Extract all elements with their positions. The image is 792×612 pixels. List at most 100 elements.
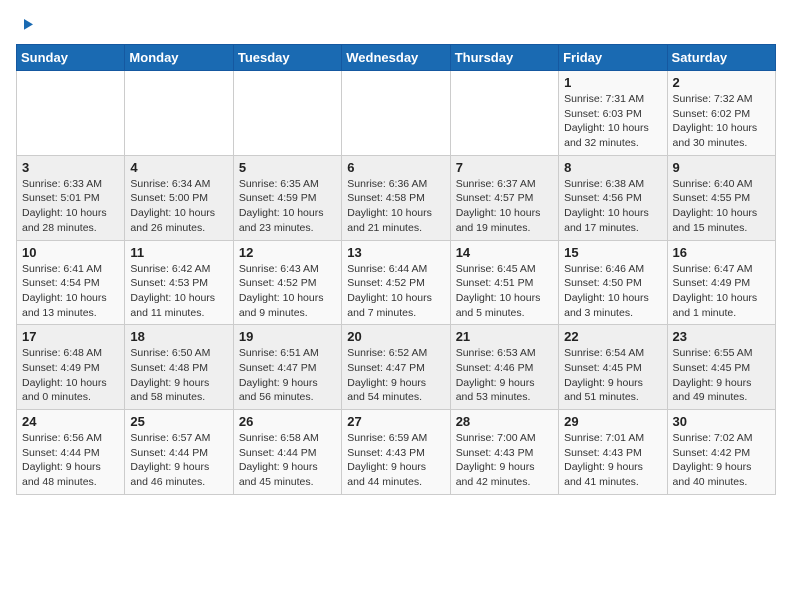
calendar-week-2: 3 Sunrise: 6:33 AMSunset: 5:01 PMDaylight…: [17, 155, 776, 240]
day-info: Sunrise: 6:43 AMSunset: 4:52 PMDaylight:…: [239, 262, 336, 321]
weekday-header-saturday: Saturday: [667, 45, 775, 71]
weekday-header-row: SundayMondayTuesdayWednesdayThursdayFrid…: [17, 45, 776, 71]
day-info: Sunrise: 6:37 AMSunset: 4:57 PMDaylight:…: [456, 177, 553, 236]
calendar-day-30: 30 Sunrise: 7:02 AMSunset: 4:42 PMDayligh…: [667, 410, 775, 495]
day-number: 5: [239, 160, 336, 175]
day-number: 14: [456, 245, 553, 260]
day-number: 16: [673, 245, 770, 260]
calendar-day-14: 14Sunrise: 6:45 AMSunset: 4:51 PMDayligh…: [450, 240, 558, 325]
calendar-day-20: 20Sunrise: 6:52 AMSunset: 4:47 PMDayligh…: [342, 325, 450, 410]
calendar-day-24: 24 Sunrise: 6:56 AMSunset: 4:44 PMDayligh…: [17, 410, 125, 495]
day-info: Sunrise: 6:34 AMSunset: 5:00 PMDaylight:…: [130, 177, 227, 236]
day-info: Sunrise: 6:41 AMSunset: 4:54 PMDaylight:…: [22, 262, 119, 321]
calendar-day-7: 7 Sunrise: 6:37 AMSunset: 4:57 PMDaylight…: [450, 155, 558, 240]
calendar-day-18: 18Sunrise: 6:50 AMSunset: 4:48 PMDayligh…: [125, 325, 233, 410]
day-number: 15: [564, 245, 661, 260]
calendar-day-1: 1 Sunrise: 7:31 AMSunset: 6:03 PMDaylight…: [559, 71, 667, 156]
calendar-day-4: 4 Sunrise: 6:34 AMSunset: 5:00 PMDaylight…: [125, 155, 233, 240]
day-number: 23: [673, 329, 770, 344]
day-number: 6: [347, 160, 444, 175]
day-number: 24: [22, 414, 119, 429]
day-info: Sunrise: 6:50 AMSunset: 4:48 PMDaylight:…: [130, 346, 227, 405]
calendar-day-6: 6 Sunrise: 6:36 AMSunset: 4:58 PMDaylight…: [342, 155, 450, 240]
empty-cell: [17, 71, 125, 156]
day-number: 11: [130, 245, 227, 260]
logo: [16, 16, 36, 34]
day-info: Sunrise: 6:35 AMSunset: 4:59 PMDaylight:…: [239, 177, 336, 236]
calendar-day-11: 11Sunrise: 6:42 AMSunset: 4:53 PMDayligh…: [125, 240, 233, 325]
day-number: 19: [239, 329, 336, 344]
day-number: 4: [130, 160, 227, 175]
calendar-day-8: 8Sunrise: 6:38 AMSunset: 4:56 PMDaylight…: [559, 155, 667, 240]
calendar-week-3: 10 Sunrise: 6:41 AMSunset: 4:54 PMDayligh…: [17, 240, 776, 325]
empty-cell: [450, 71, 558, 156]
weekday-header-friday: Friday: [559, 45, 667, 71]
weekday-header-wednesday: Wednesday: [342, 45, 450, 71]
day-number: 13: [347, 245, 444, 260]
calendar-day-23: 23 Sunrise: 6:55 AMSunset: 4:45 PMDayligh…: [667, 325, 775, 410]
day-number: 26: [239, 414, 336, 429]
empty-cell: [125, 71, 233, 156]
day-info: Sunrise: 6:58 AMSunset: 4:44 PMDaylight:…: [239, 431, 336, 490]
day-number: 29: [564, 414, 661, 429]
day-info: Sunrise: 6:55 AMSunset: 4:45 PMDaylight:…: [673, 346, 770, 405]
day-number: 20: [347, 329, 444, 344]
day-number: 10: [22, 245, 119, 260]
calendar-day-22: 22Sunrise: 6:54 AMSunset: 4:45 PMDayligh…: [559, 325, 667, 410]
day-number: 27: [347, 414, 444, 429]
calendar-day-25: 25Sunrise: 6:57 AMSunset: 4:44 PMDayligh…: [125, 410, 233, 495]
calendar-day-9: 9 Sunrise: 6:40 AMSunset: 4:55 PMDaylight…: [667, 155, 775, 240]
calendar-day-12: 12 Sunrise: 6:43 AMSunset: 4:52 PMDayligh…: [233, 240, 341, 325]
day-info: Sunrise: 6:38 AMSunset: 4:56 PMDaylight:…: [564, 177, 661, 236]
calendar-day-10: 10 Sunrise: 6:41 AMSunset: 4:54 PMDayligh…: [17, 240, 125, 325]
day-number: 7: [456, 160, 553, 175]
page: SundayMondayTuesdayWednesdayThursdayFrid…: [0, 0, 792, 505]
calendar-day-28: 28 Sunrise: 7:00 AMSunset: 4:43 PMDayligh…: [450, 410, 558, 495]
calendar-day-3: 3 Sunrise: 6:33 AMSunset: 5:01 PMDaylight…: [17, 155, 125, 240]
calendar-day-13: 13 Sunrise: 6:44 AMSunset: 4:52 PMDayligh…: [342, 240, 450, 325]
day-info: Sunrise: 7:00 AMSunset: 4:43 PMDaylight:…: [456, 431, 553, 490]
calendar-table: SundayMondayTuesdayWednesdayThursdayFrid…: [16, 44, 776, 495]
empty-cell: [342, 71, 450, 156]
header: [16, 16, 776, 34]
day-info: Sunrise: 7:31 AMSunset: 6:03 PMDaylight:…: [564, 92, 661, 151]
day-number: 30: [673, 414, 770, 429]
calendar-week-1: 1 Sunrise: 7:31 AMSunset: 6:03 PMDaylight…: [17, 71, 776, 156]
calendar-day-26: 26 Sunrise: 6:58 AMSunset: 4:44 PMDayligh…: [233, 410, 341, 495]
day-number: 1: [564, 75, 661, 90]
day-info: Sunrise: 6:44 AMSunset: 4:52 PMDaylight:…: [347, 262, 444, 321]
calendar-week-4: 17 Sunrise: 6:48 AMSunset: 4:49 PMDayligh…: [17, 325, 776, 410]
day-info: Sunrise: 6:51 AMSunset: 4:47 PMDaylight:…: [239, 346, 336, 405]
day-info: Sunrise: 6:40 AMSunset: 4:55 PMDaylight:…: [673, 177, 770, 236]
calendar-day-27: 27 Sunrise: 6:59 AMSunset: 4:43 PMDayligh…: [342, 410, 450, 495]
weekday-header-sunday: Sunday: [17, 45, 125, 71]
day-info: Sunrise: 6:48 AMSunset: 4:49 PMDaylight:…: [22, 346, 119, 405]
empty-cell: [233, 71, 341, 156]
day-info: Sunrise: 6:56 AMSunset: 4:44 PMDaylight:…: [22, 431, 119, 490]
day-number: 12: [239, 245, 336, 260]
calendar-day-2: 2Sunrise: 7:32 AMSunset: 6:02 PMDaylight…: [667, 71, 775, 156]
calendar-day-15: 15 Sunrise: 6:46 AMSunset: 4:50 PMDayligh…: [559, 240, 667, 325]
calendar-day-21: 21Sunrise: 6:53 AMSunset: 4:46 PMDayligh…: [450, 325, 558, 410]
day-number: 21: [456, 329, 553, 344]
calendar-day-5: 5 Sunrise: 6:35 AMSunset: 4:59 PMDaylight…: [233, 155, 341, 240]
calendar-day-19: 19 Sunrise: 6:51 AMSunset: 4:47 PMDayligh…: [233, 325, 341, 410]
day-number: 28: [456, 414, 553, 429]
calendar-day-16: 16 Sunrise: 6:47 AMSunset: 4:49 PMDayligh…: [667, 240, 775, 325]
day-info: Sunrise: 6:59 AMSunset: 4:43 PMDaylight:…: [347, 431, 444, 490]
day-info: Sunrise: 6:33 AMSunset: 5:01 PMDaylight:…: [22, 177, 119, 236]
day-number: 17: [22, 329, 119, 344]
weekday-header-monday: Monday: [125, 45, 233, 71]
calendar-week-5: 24 Sunrise: 6:56 AMSunset: 4:44 PMDayligh…: [17, 410, 776, 495]
day-number: 3: [22, 160, 119, 175]
day-info: Sunrise: 6:36 AMSunset: 4:58 PMDaylight:…: [347, 177, 444, 236]
day-info: Sunrise: 7:32 AMSunset: 6:02 PMDaylight:…: [673, 92, 770, 151]
weekday-header-thursday: Thursday: [450, 45, 558, 71]
day-info: Sunrise: 7:02 AMSunset: 4:42 PMDaylight:…: [673, 431, 770, 490]
calendar-day-29: 29Sunrise: 7:01 AMSunset: 4:43 PMDayligh…: [559, 410, 667, 495]
day-info: Sunrise: 6:46 AMSunset: 4:50 PMDaylight:…: [564, 262, 661, 321]
day-number: 9: [673, 160, 770, 175]
day-info: Sunrise: 6:54 AMSunset: 4:45 PMDaylight:…: [564, 346, 661, 405]
day-number: 25: [130, 414, 227, 429]
day-info: Sunrise: 6:47 AMSunset: 4:49 PMDaylight:…: [673, 262, 770, 321]
